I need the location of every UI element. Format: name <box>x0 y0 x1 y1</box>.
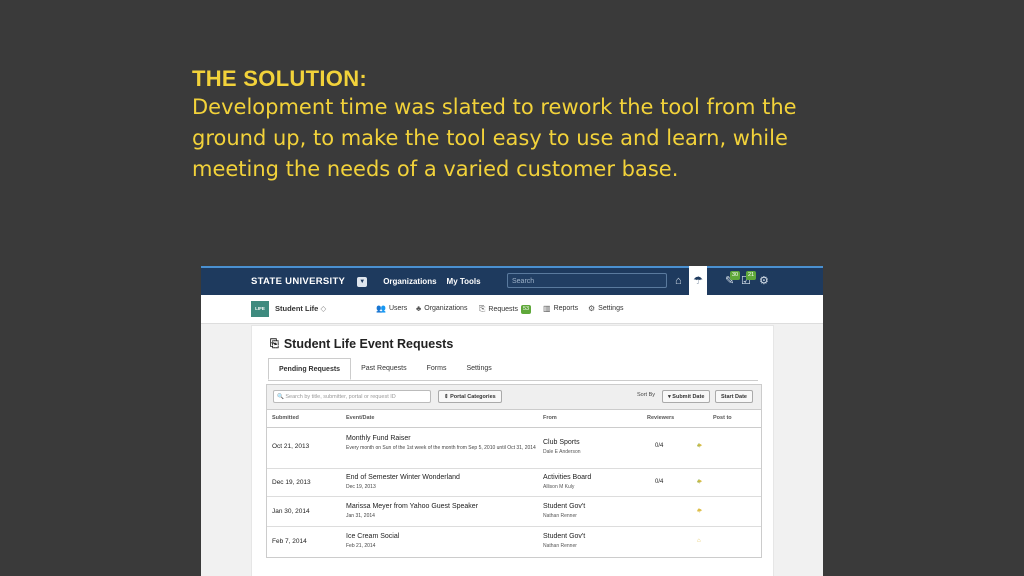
brand-name: STATE UNIVERSITY <box>251 276 346 287</box>
row-submitted: Oct 21, 2013 <box>272 443 310 450</box>
row-event[interactable]: Monthly Fund Raiser <box>346 435 411 442</box>
col-submitted[interactable]: Submitted <box>272 415 299 421</box>
nav-orgs-label: Organizations <box>424 305 468 312</box>
row-event-date: Feb 21, 2014 <box>346 543 376 549</box>
row-event-date: Jan 31, 2014 <box>346 513 375 519</box>
institution-icon[interactable]: ⌂ <box>675 272 682 290</box>
brand-dropdown-icon[interactable]: ▼ <box>357 276 368 287</box>
sort-submit-label: Submit Date <box>672 394 705 400</box>
tabs: Pending Requests Past Requests Forms Set… <box>268 358 758 381</box>
row-reviewers: 0/4 <box>655 443 664 449</box>
institution-icon: ⌂ <box>697 443 704 449</box>
row-reviewers: 0/4 <box>655 479 664 485</box>
search-icon: 🔍 <box>277 394 284 400</box>
row-from-person: Nathan Renner <box>543 543 577 549</box>
sort-label: Sort By <box>637 392 656 398</box>
nav-organizations[interactable]: Organizations <box>383 277 436 286</box>
table-row[interactable]: Feb 7, 2014 Ice Cream Social Feb 21, 201… <box>267 527 761 556</box>
slide-title: THE SOLUTION: <box>192 66 368 91</box>
requests-count-badge: 53 <box>520 304 532 314</box>
nav-reports-label: Reports <box>553 305 579 312</box>
gears-icon: ⚙ <box>588 304 596 313</box>
search-input[interactable]: Search <box>507 273 667 288</box>
sort-start-date-button[interactable]: Start Date <box>715 390 753 403</box>
row-from: Student Gov't <box>543 503 586 510</box>
institution-icon: ⌂ <box>697 479 704 485</box>
slide-text: THE SOLUTION: Development time was slate… <box>192 66 832 185</box>
institution-icon: ⌂ <box>697 508 704 514</box>
row-event[interactable]: Marissa Meyer from Yahoo Guest Speaker <box>346 503 478 510</box>
org-name[interactable]: Student Life ◇ <box>275 304 326 313</box>
page-title: Student Life Event Requests <box>283 337 454 351</box>
row-event[interactable]: End of Semester Winter Wonderland <box>346 474 460 481</box>
messages-badge: 30 <box>730 271 741 280</box>
nav-requests-label: Requests <box>488 305 518 313</box>
requests-table: 🔍 Search by title, submitter, portal or … <box>266 384 762 558</box>
main-content: ⎘ Student Life Event Requests Pending Re… <box>251 325 774 576</box>
table-header: Submitted Event/Date From Reviewers Post… <box>267 410 761 428</box>
col-from[interactable]: From <box>543 415 557 421</box>
portal-categories-button[interactable]: ⇕ Portal Categories <box>438 390 502 403</box>
users-icon: 👥 <box>376 304 386 313</box>
table-search-placeholder: Search by title, submitter, portal or re… <box>285 394 396 400</box>
tab-forms[interactable]: Forms <box>417 358 457 380</box>
nav-settings-label: Settings <box>598 305 624 312</box>
portal-categories-label: Portal Categories <box>450 394 496 400</box>
row-from-person: Dale E Anderson <box>543 449 581 455</box>
row-from: Activities Board <box>543 474 592 481</box>
row-event-date: Dec 19, 2013 <box>346 484 376 490</box>
row-from-person: Nathan Renner <box>543 513 577 519</box>
org-bar: LIFE Student Life ◇ 👥 Users ♣ Organization… <box>201 295 823 324</box>
nav-users-label: Users <box>388 305 408 312</box>
gear-icon[interactable]: ⚙ <box>759 272 769 290</box>
sort-start-label: Start Date <box>721 394 747 400</box>
row-submitted: Dec 19, 2013 <box>272 479 311 486</box>
sort-submit-date-button[interactable]: ▾ Submit Date <box>662 390 711 403</box>
row-event[interactable]: Ice Cream Social <box>346 533 399 540</box>
col-reviewers[interactable]: Reviewers <box>647 415 674 421</box>
row-from-person: Allison M Kuly <box>543 484 575 490</box>
table-row[interactable]: Jan 30, 2014 Marissa Meyer from Yahoo Gu… <box>267 497 761 527</box>
nav-orgs[interactable]: ♣ Organizations <box>416 304 467 313</box>
institution-icon: ⌂ <box>697 538 704 544</box>
tasks-badge: 21 <box>746 271 757 280</box>
col-event-date[interactable]: Event/Date <box>346 415 374 421</box>
umbrella-icon[interactable]: ☂ <box>689 266 707 295</box>
request-doc-icon: ⎘ <box>270 337 279 350</box>
requests-icon: ⎘ <box>479 304 486 313</box>
row-event-date: Every month on Sun of the 1st week of th… <box>346 445 536 451</box>
tab-settings[interactable]: Settings <box>456 358 501 380</box>
nav-my-tools[interactable]: My Tools <box>447 277 481 286</box>
table-search-input[interactable]: 🔍 Search by title, submitter, portal or … <box>273 390 431 403</box>
row-from: Club Sports <box>543 439 580 446</box>
table-row[interactable]: Oct 21, 2013 Monthly Fund Raiser Every m… <box>267 428 761 469</box>
nav-users[interactable]: 👥 Users <box>376 304 407 313</box>
slide-body: Development time was slated to rework th… <box>192 95 797 181</box>
tab-past-requests[interactable]: Past Requests <box>351 358 417 380</box>
organizations-icon: ♣ <box>416 304 422 313</box>
row-submitted: Feb 7, 2014 <box>272 538 307 545</box>
org-name-label: Student Life <box>275 304 319 313</box>
nav-settings[interactable]: ⚙ Settings <box>588 304 623 313</box>
filter-bar: 🔍 Search by title, submitter, portal or … <box>267 385 761 410</box>
row-submitted: Jan 30, 2014 <box>272 508 310 515</box>
app-screenshot: STATE UNIVERSITY ▼ Organizations My Tool… <box>201 266 823 576</box>
org-logo: LIFE <box>251 301 269 317</box>
page-header: ⎘ Student Life Event Requests <box>270 337 453 351</box>
reports-icon: ▥ <box>543 304 551 313</box>
top-bar: STATE UNIVERSITY ▼ Organizations My Tool… <box>201 266 823 295</box>
chevron-icon: ◇ <box>320 304 327 313</box>
table-row[interactable]: Dec 19, 2013 End of Semester Winter Wond… <box>267 469 761 497</box>
tab-pending-requests[interactable]: Pending Requests <box>268 358 352 380</box>
nav-reports[interactable]: ▥ Reports <box>543 304 578 313</box>
col-post-to[interactable]: Post to <box>713 415 732 421</box>
nav-requests[interactable]: ⎘ Requests 53 <box>479 304 532 314</box>
row-from: Student Gov't <box>543 533 586 540</box>
